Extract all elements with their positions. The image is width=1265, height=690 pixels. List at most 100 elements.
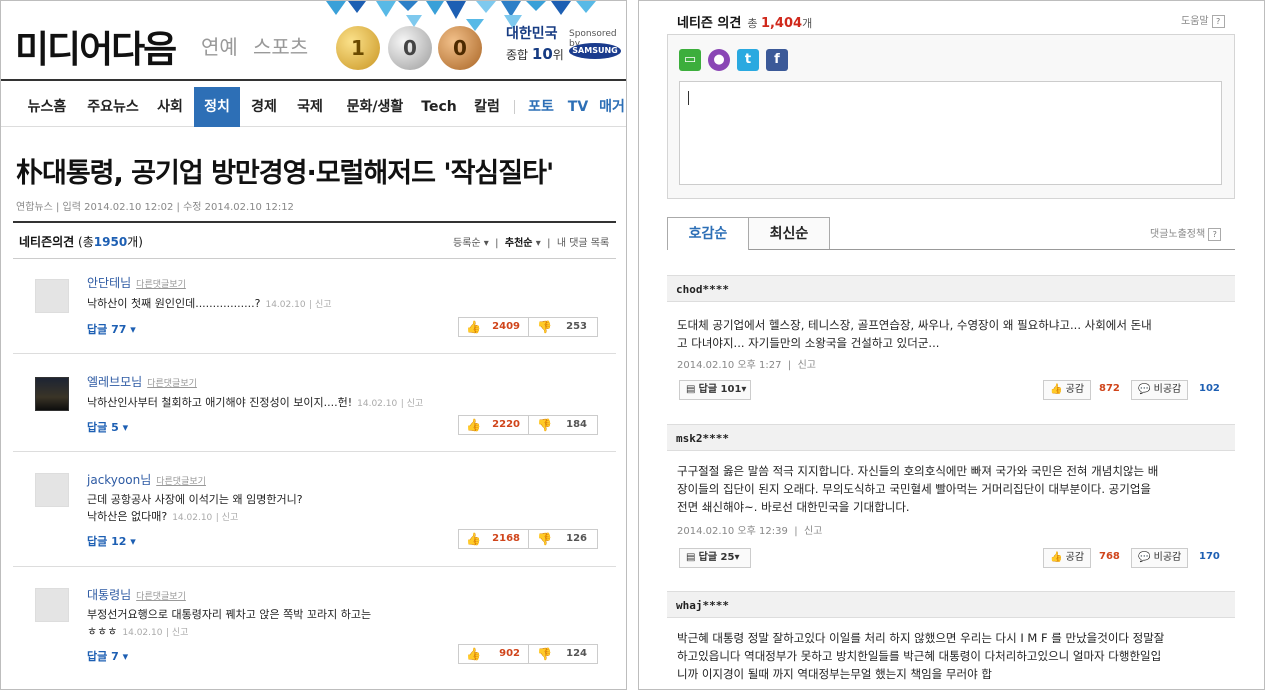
rank-suffix: 위 — [552, 48, 564, 62]
news-menu: 뉴스홈 주요뉴스 사회 정치 경제 국제 문화/생활 Tech 칼럼 포토 TV… — [1, 87, 626, 127]
menu-culture[interactable]: 문화/생활 — [335, 87, 415, 127]
upvote-button[interactable]: 👍 2409 — [459, 318, 529, 336]
menu-top-news[interactable]: 주요뉴스 — [79, 87, 147, 127]
reply-toggle[interactable]: 답글 7 ▾ — [87, 648, 128, 664]
comment-item: 엘레브모님 다른댓글보기 낙하산인사부터 철회하고 애기해야 진정성이 보이지..… — [13, 355, 616, 452]
upvote-button[interactable]: 👍 공감 — [1043, 380, 1092, 400]
avatar — [35, 279, 69, 313]
reply-count[interactable]: 답글 12 — [87, 535, 126, 548]
more-comments-link[interactable]: 다른댓글보기 — [136, 592, 186, 602]
comment-policy-link[interactable]: 댓글노출정책? — [1150, 225, 1222, 241]
twitter-icon[interactable]: t — [737, 49, 759, 71]
comment-input[interactable] — [679, 81, 1222, 185]
reply-toggle[interactable]: 답글 5 ▾ — [87, 419, 128, 435]
policy-text[interactable]: 댓글노출정책 — [1150, 229, 1205, 240]
comment-line: 도대체 공기업에서 헬스장, 테니스장, 골프연습장, 싸우나, 수영장이 왜 … — [677, 318, 1152, 332]
policy-help-icon[interactable]: ? — [1208, 228, 1222, 241]
menu-economy[interactable]: 경제 — [241, 87, 287, 127]
upvote-button[interactable]: 👍 902 — [459, 645, 529, 663]
menu-magazine[interactable]: 매거 — [597, 87, 626, 127]
subnav-sports[interactable]: 스포츠 — [253, 31, 308, 60]
comment-username[interactable]: jackyoon님 — [87, 473, 151, 487]
upvote-count: 2220 — [492, 419, 520, 430]
reply-toggle[interactable]: 답글 77 ▾ — [87, 321, 136, 337]
comment-username[interactable]: 안단테님 — [87, 276, 131, 290]
menu-news-home[interactable]: 뉴스홈 — [15, 87, 79, 127]
subnav-entertainment[interactable]: 연예 — [201, 31, 238, 60]
sort-by-date[interactable]: 등록순 — [453, 238, 481, 249]
comment-username[interactable]: 엘레브모님 — [87, 375, 142, 389]
comment-user[interactable]: 엘레브모님 다른댓글보기 — [87, 373, 197, 390]
menu-photo[interactable]: 포토 — [521, 87, 561, 127]
downvote-label[interactable]: 비공감 — [1154, 384, 1182, 395]
comment-username[interactable]: 대통령님 — [87, 588, 131, 602]
upvote-count: 872 — [1099, 383, 1120, 394]
my-comments-link[interactable]: 내 댓글 목록 — [557, 238, 609, 249]
menu-politics[interactable]: 정치 — [194, 87, 240, 127]
more-comments-link[interactable]: 다른댓글보기 — [147, 379, 197, 389]
reply-count[interactable]: 답글 7 — [87, 650, 119, 663]
downvote-button[interactable]: 💬 비공감 — [1131, 380, 1189, 400]
total-suffix: 개 — [802, 17, 813, 30]
reply-count[interactable]: 답글 5 — [87, 421, 119, 434]
comment-username[interactable]: chod**** — [676, 283, 729, 296]
mypeople-icon[interactable]: ● — [708, 49, 730, 71]
menu-tech[interactable]: Tech — [417, 87, 461, 127]
rank-prefix: 종합 — [506, 48, 529, 62]
report-link[interactable]: 신고 — [407, 399, 424, 409]
help-icon[interactable]: ? — [1211, 15, 1225, 28]
menu-column[interactable]: 칼럼 — [463, 87, 511, 127]
report-link[interactable]: 신고 — [798, 360, 816, 371]
report-link[interactable]: 신고 — [804, 526, 822, 537]
menu-tv[interactable]: TV — [563, 87, 593, 127]
report-link[interactable]: 신고 — [222, 513, 239, 523]
upvote-button[interactable]: 👍 공감 — [1043, 548, 1092, 568]
report-link[interactable]: 신고 — [315, 300, 332, 310]
comment-header: msk2**** — [667, 424, 1235, 451]
more-comments-link[interactable]: 다른댓글보기 — [156, 477, 206, 487]
reply-toggle[interactable]: ▤ 답글 101▾ — [679, 380, 751, 400]
downvote-button[interactable]: 💬 비공감 — [1131, 548, 1189, 568]
site-logo[interactable]: 미디어다음 — [15, 19, 177, 73]
reply-toggle[interactable]: 답글 12 ▾ — [87, 533, 136, 549]
thumbs-up-icon: 👍 — [466, 320, 481, 334]
more-comments-link[interactable]: 다른댓글보기 — [136, 280, 186, 290]
comment-username[interactable]: msk2**** — [676, 432, 729, 445]
comment-username[interactable]: whaj**** — [676, 599, 729, 612]
comment-user[interactable]: jackyoon님 다른댓글보기 — [87, 471, 206, 488]
tab-popular[interactable]: 호감순 — [667, 217, 749, 250]
upvote-label[interactable]: 공감 — [1066, 384, 1084, 395]
comment-line: 근데 공항공사 사장에 이석기는 왜 임명한거니? — [87, 493, 303, 506]
menu-society[interactable]: 사회 — [147, 87, 193, 127]
yozm-icon[interactable]: ▭ — [679, 49, 701, 71]
vote-box: 👍 902 👎 124 — [458, 644, 598, 664]
help-link[interactable]: 도움말? — [1181, 12, 1225, 28]
thumbs-down-icon: 👎 — [537, 532, 552, 546]
upvote-button[interactable]: 👍 2168 — [459, 530, 529, 548]
facebook-icon[interactable]: f — [766, 49, 788, 71]
thumbs-up-icon: 👍 — [466, 418, 481, 432]
comment-user[interactable]: 안단테님 다른댓글보기 — [87, 274, 186, 291]
comment-date: 14.02.10 — [122, 628, 163, 638]
comment-date: 14.02.10 — [265, 300, 306, 310]
upvote-button[interactable]: 👍 2220 — [459, 416, 529, 434]
reply-count[interactable]: 답글 25 — [699, 552, 735, 563]
reply-toggle[interactable]: ▤ 답글 25▾ — [679, 548, 751, 568]
korea-rank: 종합 10위 — [506, 45, 564, 63]
right-comments-page: 네티즌 의견 총 1,404개 도움말? ▭ ● t f 호감순 최신순 댓글노출… — [638, 0, 1265, 690]
upvote-label[interactable]: 공감 — [1066, 552, 1084, 563]
vote-box: 👍 2220 👎 184 — [458, 415, 598, 435]
sort-by-recommend[interactable]: 추천순 — [505, 238, 533, 249]
reply-count[interactable]: 답글 77 — [87, 323, 126, 336]
reply-count[interactable]: 답글 101 — [699, 384, 742, 395]
thumbs-down-icon: 👎 — [537, 418, 552, 432]
menu-world[interactable]: 국제 — [287, 87, 333, 127]
total-count: 1,404 — [760, 16, 803, 31]
tab-latest[interactable]: 최신순 — [748, 217, 830, 250]
upvote-count-box: 872 — [1093, 380, 1126, 400]
help-text[interactable]: 도움말 — [1181, 16, 1209, 27]
downvote-label[interactable]: 비공감 — [1154, 552, 1182, 563]
thumbs-down-icon: 💬 — [1138, 384, 1151, 395]
report-link[interactable]: 신고 — [172, 628, 189, 638]
comment-user[interactable]: 대통령님 다른댓글보기 — [87, 586, 186, 603]
